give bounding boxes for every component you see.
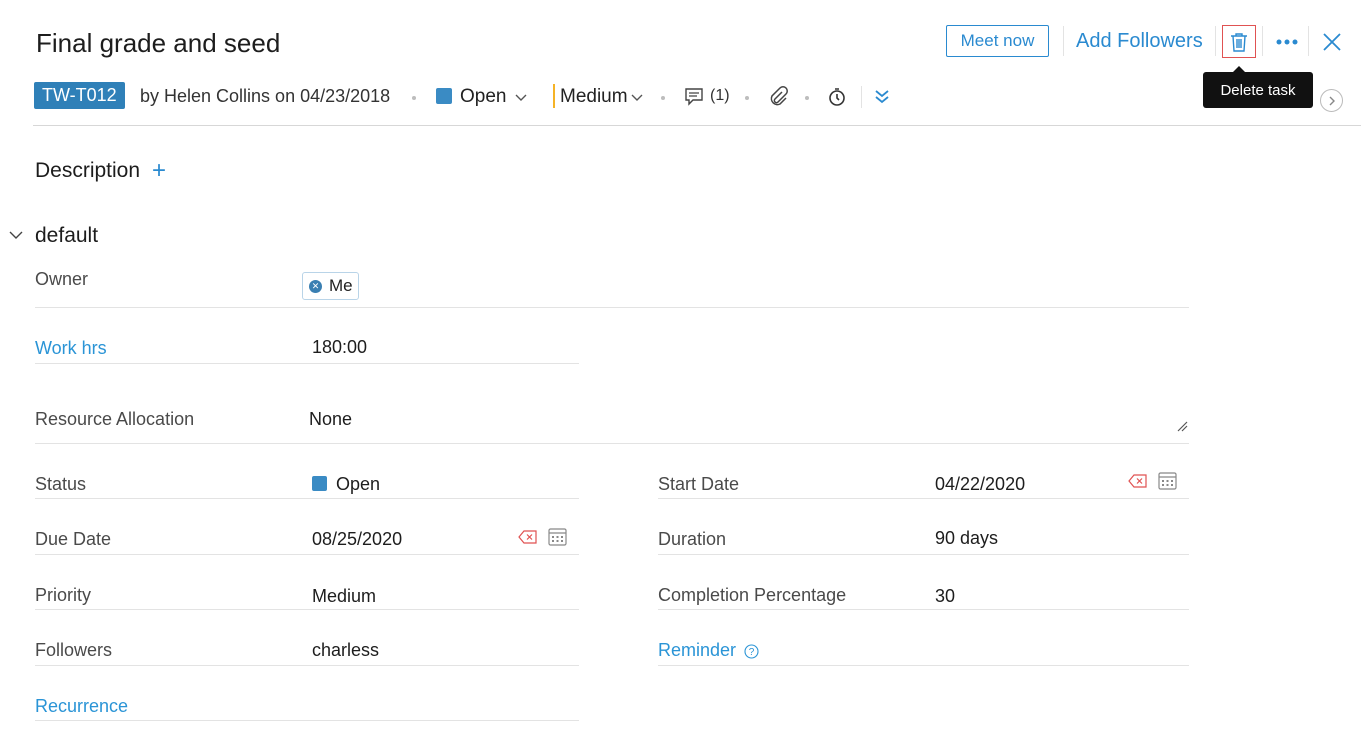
priority-dropdown[interactable]: Medium [560,86,628,108]
followers-label: Followers [35,640,113,660]
recurrence-label[interactable]: Recurrence [35,696,128,717]
field-underline [35,720,579,721]
separator-dot [412,96,416,100]
chevron-down-icon[interactable] [630,91,644,105]
priority-field[interactable]: Medium [312,586,376,607]
task-byline: by Helen Collins on 04/23/2018 [140,86,391,106]
due-date-field[interactable]: 08/25/2020 [312,529,402,550]
delete-task-button[interactable] [1222,25,1256,58]
clear-date-icon[interactable] [1128,474,1147,488]
divider [1262,26,1263,56]
status-field[interactable]: Open [336,474,380,495]
add-followers-link[interactable]: Add Followers [1076,30,1203,53]
more-icon [1276,39,1298,45]
expand-double-chevron-icon[interactable] [874,88,890,106]
start-date-field[interactable]: 04/22/2020 [935,474,1025,495]
delete-task-tooltip: Delete task [1203,66,1313,108]
meet-now-button[interactable]: Meet now [946,25,1049,57]
chevron-right-icon [1329,96,1335,105]
chevron-down-icon[interactable] [514,91,528,105]
timer-icon[interactable] [828,87,846,107]
field-underline [35,307,1189,308]
divider [861,86,862,108]
owner-chip-label: Me [329,276,353,295]
clear-date-icon[interactable] [518,530,537,544]
completion-percentage-field[interactable]: 30 [935,586,955,607]
divider [1215,26,1216,56]
reminder-label[interactable]: Reminder [658,640,736,661]
field-underline [35,498,579,499]
due-date-label: Due Date [35,529,112,549]
description-heading: Description [35,159,141,182]
field-underline [35,554,579,555]
calendar-icon[interactable] [1158,471,1177,490]
help-icon[interactable]: ? [744,644,759,659]
section-title[interactable]: default [35,224,98,248]
field-underline [35,665,579,666]
field-underline [658,498,1189,499]
chevron-down-icon[interactable] [9,228,23,242]
status-label: Status [35,474,87,494]
priority-label: Priority [35,585,92,605]
owner-chip[interactable]: ✕ Me [302,272,359,300]
field-underline [658,609,1189,610]
next-task-button[interactable] [1320,89,1343,112]
owner-label: Owner [35,269,89,289]
status-color-swatch [312,476,327,491]
comment-icon[interactable] [684,87,704,107]
completion-percentage-label: Completion Percentage [658,585,847,605]
task-id-badge: TW-T012 [34,82,125,109]
comment-count[interactable]: (1) [710,87,730,105]
svg-text:?: ? [749,647,755,658]
remove-chip-icon[interactable]: ✕ [309,279,322,293]
separator-dot [745,96,749,100]
priority-color-bar [553,84,555,108]
work-hrs-field[interactable]: 180:00 [312,337,367,358]
field-underline [35,609,579,610]
field-underline [658,665,1189,666]
task-title[interactable]: Final grade and seed [36,28,280,59]
separator-dot [805,96,809,100]
start-date-label: Start Date [658,474,740,494]
field-underline [35,443,1189,444]
field-underline [35,363,579,364]
attachment-icon[interactable] [767,86,789,108]
work-hrs-label[interactable]: Work hrs [35,338,107,359]
status-dropdown[interactable]: Open [460,86,506,108]
close-icon[interactable] [1320,30,1344,54]
more-options-button[interactable] [1274,30,1300,54]
followers-field[interactable]: charless [312,640,379,661]
separator-dot [661,96,665,100]
divider [1308,26,1309,56]
resource-allocation-field[interactable]: None [309,409,352,430]
status-color-swatch [436,88,452,104]
resource-allocation-label: Resource Allocation [35,409,195,429]
duration-label: Duration [658,529,727,549]
header-divider [33,125,1361,126]
add-description-button[interactable]: + [152,157,166,185]
resize-handle-icon[interactable] [1176,420,1188,432]
field-underline [658,554,1189,555]
duration-field[interactable]: 90 days [935,528,998,549]
calendar-icon[interactable] [548,527,567,546]
divider [1063,26,1064,56]
trash-icon [1231,32,1247,52]
